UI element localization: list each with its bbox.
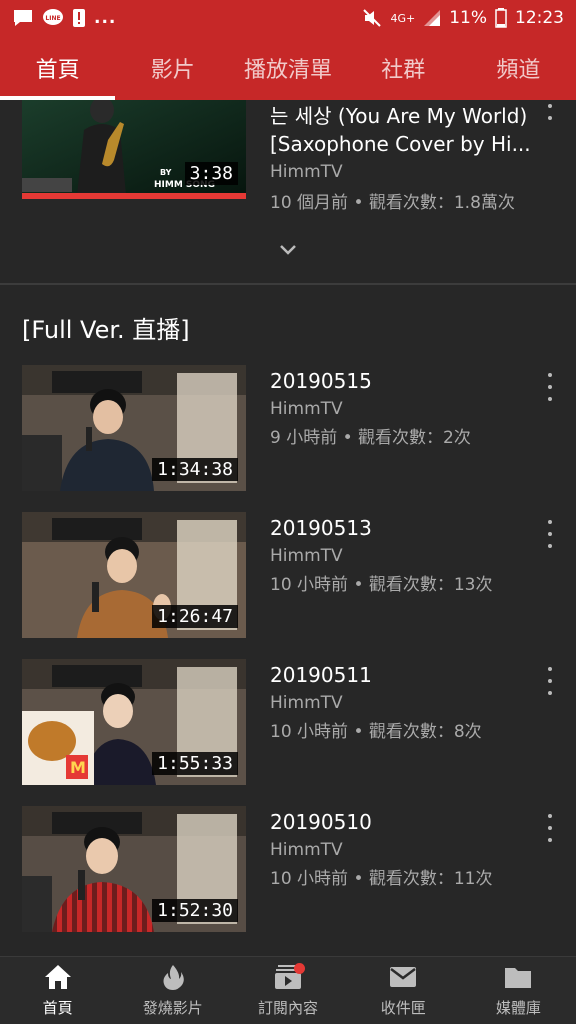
video-title: 20190515 xyxy=(270,369,372,393)
nav-inbox[interactable]: 收件匣 xyxy=(346,957,461,1024)
video-title: 20190511 xyxy=(270,663,372,687)
video-meta: 10 小時前 • 觀看次數：8次 xyxy=(270,722,482,742)
video-channel: HimmTV xyxy=(270,693,343,713)
battery-icon xyxy=(495,8,507,28)
list-item[interactable]: 1:34:38 20190515 HimmTV 9 小時前 • 觀看次數：2次 xyxy=(0,365,576,491)
video-thumbnail[interactable]: 1:26:47 xyxy=(22,512,246,638)
nav-library[interactable]: 媒體庫 xyxy=(461,957,576,1024)
more-options-icon[interactable] xyxy=(542,814,558,842)
tab-channels[interactable]: 頻道 xyxy=(461,36,576,100)
home-icon xyxy=(44,965,71,989)
tab-videos[interactable]: 影片 xyxy=(115,36,230,100)
expand-chevron-icon[interactable] xyxy=(276,240,300,260)
video-channel: HimmTV xyxy=(270,399,343,419)
inbox-icon xyxy=(390,967,417,987)
tab-playlists[interactable]: 播放清單 xyxy=(230,36,345,100)
mute-icon xyxy=(362,8,382,28)
video-meta: 10 個月前 • 觀看次數：1.8萬次 xyxy=(270,193,515,213)
channel-tab-bar: 首頁 影片 播放清單 社群 頻道 xyxy=(0,36,576,100)
nav-library-label: 媒體庫 xyxy=(495,999,541,1017)
alert-icon xyxy=(72,8,86,28)
thumb-m-logo: M xyxy=(70,758,86,777)
clock: 12:23 xyxy=(515,8,564,28)
video-thumbnail[interactable]: BY HIMM SONG 3:38 xyxy=(22,100,246,199)
nav-trending[interactable]: 發燒影片 xyxy=(115,957,230,1024)
more-options-icon[interactable] xyxy=(542,667,558,695)
video-title: 는 세상 (You Are My World) [Saxophone Cover… xyxy=(270,102,540,158)
video-duration: 3:38 xyxy=(184,162,238,185)
flame-icon xyxy=(163,965,184,990)
library-icon xyxy=(505,968,532,988)
video-thumbnail[interactable]: M 1:55:33 xyxy=(22,659,246,785)
video-title: 20190513 xyxy=(270,516,372,540)
list-item[interactable]: 1:26:47 20190513 HimmTV 10 小時前 • 觀看次數：13… xyxy=(0,512,576,638)
chat-icon xyxy=(12,8,34,28)
video-duration: 1:55:33 xyxy=(152,752,238,775)
svg-text:LINE: LINE xyxy=(45,15,60,22)
list-item[interactable]: 1:52:30 20190510 HimmTV 10 小時前 • 觀看次數：11… xyxy=(0,806,576,932)
nav-home[interactable]: 首頁 xyxy=(0,957,115,1024)
tab-community[interactable]: 社群 xyxy=(346,36,461,100)
more-options-icon[interactable] xyxy=(542,520,558,548)
video-title-line-1: 는 세상 (You Are My World) xyxy=(270,104,528,128)
more-options-icon[interactable] xyxy=(542,100,558,120)
list-item[interactable]: M 1:55:33 20190511 HimmTV 10 小時前 • 觀看次數：… xyxy=(0,659,576,785)
thumb-caption-by: BY xyxy=(160,168,172,177)
more-options-icon[interactable] xyxy=(542,373,558,401)
nav-inbox-label: 收件匣 xyxy=(380,999,426,1017)
video-channel: HimmTV xyxy=(270,840,343,860)
status-left: LINE ... xyxy=(12,8,116,28)
video-meta: 9 小時前 • 觀看次數：2次 xyxy=(270,428,471,448)
battery-percent: 11% xyxy=(449,8,487,28)
featured-video[interactable]: BY HIMM SONG 3:38 는 세상 (You Are My World… xyxy=(0,100,576,213)
status-overflow: ... xyxy=(94,8,117,28)
video-meta: 10 小時前 • 觀看次數：11次 xyxy=(270,869,493,889)
tab-home[interactable]: 首頁 xyxy=(0,36,116,100)
channel-home-feed: BY HIMM SONG 3:38 는 세상 (You Are My World… xyxy=(0,100,576,956)
status-bar: LINE ... 4G+ 11% 12:23 xyxy=(0,0,576,36)
video-thumbnail[interactable]: 1:34:38 xyxy=(22,365,246,491)
signal-icon xyxy=(423,9,441,27)
video-duration: 1:52:30 xyxy=(152,899,238,922)
video-title: 20190510 xyxy=(270,810,372,834)
nav-subscriptions-label: 訂閱內容 xyxy=(258,999,319,1017)
video-title-line-2: [Saxophone Cover by Hi... xyxy=(270,132,531,156)
nav-subscriptions[interactable]: 訂閱內容 xyxy=(230,957,345,1024)
line-app-icon: LINE xyxy=(42,8,64,28)
video-duration: 1:26:47 xyxy=(152,605,238,628)
network-type: 4G+ xyxy=(390,11,416,25)
video-channel: HimmTV xyxy=(270,546,343,566)
video-duration: 1:34:38 xyxy=(152,458,238,481)
video-channel: HimmTV xyxy=(270,162,343,182)
section-title[interactable]: [Full Ver. 直播] xyxy=(22,310,190,345)
video-meta: 10 小時前 • 觀看次數：13次 xyxy=(270,575,493,595)
bottom-navigation: 首頁 發燒影片 訂閱內容 收件匣 媒體庫 xyxy=(0,956,576,1024)
video-thumbnail[interactable]: 1:52:30 xyxy=(22,806,246,932)
notification-dot xyxy=(294,963,306,974)
status-right: 4G+ 11% 12:23 xyxy=(362,8,564,28)
section-divider xyxy=(0,283,576,285)
nav-home-label: 首頁 xyxy=(42,999,73,1017)
nav-trending-label: 發燒影片 xyxy=(142,999,203,1017)
